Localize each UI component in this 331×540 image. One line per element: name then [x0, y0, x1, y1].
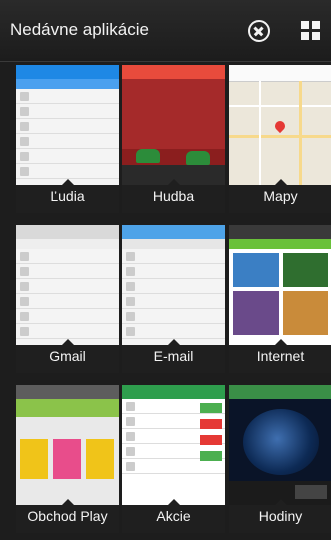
app-thumbnail	[122, 225, 225, 345]
app-label: Ľudia	[16, 179, 119, 213]
app-card-internet[interactable]: Internet	[229, 225, 331, 373]
app-thumbnail	[16, 385, 119, 505]
app-thumbnail	[229, 65, 331, 185]
recent-apps-grid: Ľudia Hudba Mapy Gmail E-mail Internet O…	[0, 62, 331, 540]
app-label: Hudba	[122, 179, 225, 213]
close-all-icon[interactable]	[248, 20, 270, 42]
app-card-email[interactable]: E-mail	[122, 225, 225, 373]
app-card-play-store[interactable]: Obchod Play	[16, 385, 119, 533]
app-label: Internet	[229, 339, 331, 373]
app-card-stocks[interactable]: Akcie	[122, 385, 225, 533]
app-card-gmail[interactable]: Gmail	[16, 225, 119, 373]
app-label: Obchod Play	[16, 499, 119, 533]
app-card-people[interactable]: Ľudia	[16, 65, 119, 213]
app-card-clock[interactable]: Hodiny	[229, 385, 331, 533]
app-label: Mapy	[229, 179, 331, 213]
app-thumbnail	[122, 385, 225, 505]
app-thumbnail	[229, 385, 331, 505]
app-card-music[interactable]: Hudba	[122, 65, 225, 213]
app-label: Gmail	[16, 339, 119, 373]
app-label: E-mail	[122, 339, 225, 373]
grid-view-icon[interactable]	[301, 21, 321, 41]
app-thumbnail	[229, 225, 331, 345]
app-thumbnail	[16, 225, 119, 345]
app-switcher-header: Nedávne aplikácie	[0, 0, 331, 62]
app-label: Hodiny	[229, 499, 331, 533]
app-label: Akcie	[122, 499, 225, 533]
app-card-maps[interactable]: Mapy	[229, 65, 331, 213]
page-title: Nedávne aplikácie	[10, 20, 149, 39]
app-thumbnail	[16, 65, 119, 185]
app-thumbnail	[122, 65, 225, 185]
